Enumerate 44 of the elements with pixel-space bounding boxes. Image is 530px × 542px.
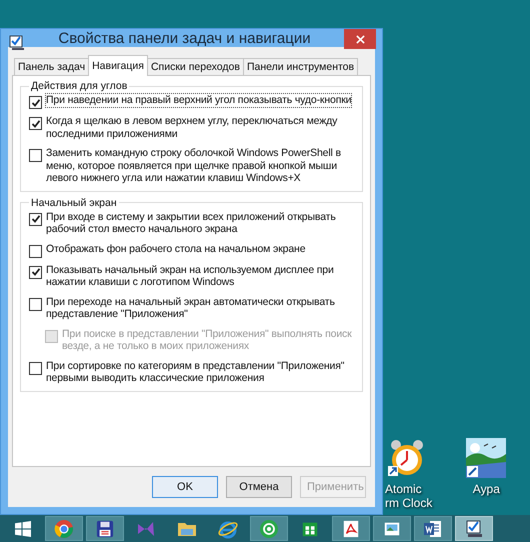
option-label: Когда я щелкаю в левом верхнем углу, переключаться между последними приложениями	[45, 114, 338, 141]
window-title: Свойства панели задач и навигации	[57, 30, 312, 46]
tab[interactable]: Списки переходов	[146, 58, 244, 75]
checkbox[interactable]	[29, 117, 42, 130]
taskbar-button[interactable]	[455, 516, 493, 541]
checkbox[interactable]	[29, 244, 42, 258]
checkbox[interactable]	[29, 362, 42, 374]
group-title: Действия для углов	[30, 80, 128, 92]
checkbox[interactable]	[29, 266, 42, 278]
option-label: При переходе на начальный экран автоматически открывать представление "Приложения"	[45, 294, 336, 322]
store-icon	[301, 520, 319, 538]
icon-label: Аура	[472, 482, 500, 496]
dialog-button[interactable]: Отмена	[226, 476, 292, 498]
checkbox-icon	[464, 518, 484, 538]
globe-e-icon	[218, 518, 238, 538]
icon-label: rm Clock	[385, 496, 432, 510]
option-label: Заменить командную строку оболочкой Windows PowerShell в меню, которое появляется при щелчке правой кнопкой мыши левого нижнего угла или нажатии клавиш Windows+X	[45, 146, 342, 186]
option-label: При входе в систему и закрытии всех приложений открывать рабочий стол вместо начального экрана	[45, 210, 337, 236]
taskbar-button[interactable]	[332, 516, 370, 541]
checkbox[interactable]	[29, 298, 42, 310]
checkbox[interactable]	[29, 212, 42, 226]
taskbar-button[interactable]	[86, 516, 124, 541]
word-document-icon	[423, 518, 443, 538]
browser-icon	[54, 518, 74, 538]
dialog-button[interactable]: OK	[152, 476, 218, 498]
option-label: При поиске в представлении "Приложения" выполнять поиск везде, а не только в моих приложениях	[61, 326, 353, 354]
close-button[interactable]	[344, 29, 376, 49]
checkbox-icon	[9, 35, 25, 51]
checkbox[interactable]	[29, 149, 42, 162]
group-title: Начальный экран	[30, 196, 118, 208]
checkbox[interactable]	[29, 96, 42, 109]
taskbar-button[interactable]	[414, 516, 452, 541]
close-icon	[356, 34, 364, 44]
option-label: При сортировке по категориям в представлении "Приложения" первыми выводить классические приложения	[45, 358, 346, 386]
icon-label: Atomic	[385, 482, 422, 496]
tab[interactable]: Панель задач	[14, 58, 90, 75]
tab[interactable]: Панели инструментов	[242, 58, 358, 75]
image-icon	[383, 520, 401, 538]
windows-logo-icon	[15, 520, 31, 536]
option-label: При наведении на правый верхний угол показывать чудо-кнопки	[45, 93, 352, 108]
option-label: Показывать начальный экран на используемом дисплее при нажатии клавиши с логотипом Windows	[45, 262, 335, 290]
pdf-icon	[342, 520, 360, 538]
option-label: Отображать фон рабочего стола на начальном экране	[45, 242, 306, 256]
tab[interactable]: Навигация	[88, 55, 148, 76]
